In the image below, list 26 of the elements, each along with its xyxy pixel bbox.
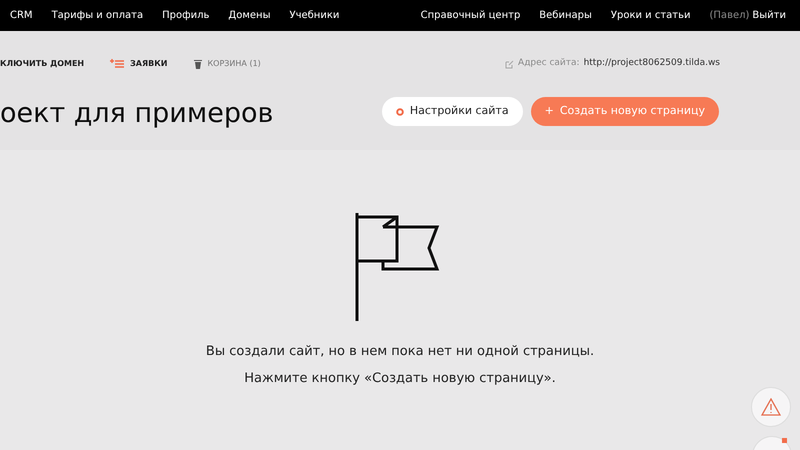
plus-icon: + (544, 103, 554, 120)
nav-link[interactable]: Профиль (162, 8, 210, 23)
nav-link[interactable]: Уроки и статьи (610, 8, 691, 23)
trash-icon (194, 59, 202, 69)
project-title: оект для примеров (0, 100, 274, 127)
empty-hint: Нажмите кнопку «Создать новую страницу». (244, 370, 556, 388)
nav-link[interactable]: Справочный центр (420, 8, 520, 23)
warning-widget[interactable] (751, 387, 791, 427)
requests-link[interactable]: ЗАЯВКИ (110, 58, 168, 70)
nav-link[interactable]: Вебинары (539, 8, 592, 23)
warning-icon (761, 398, 781, 416)
address-label: Адрес сайта: (518, 57, 580, 70)
trash-link[interactable]: КОРЗИНА (1) (194, 58, 261, 70)
nav-link[interactable]: Учебники (289, 8, 340, 23)
edit-icon (505, 60, 514, 68)
nav-link[interactable]: CRM (10, 8, 33, 23)
site-address-link[interactable]: http://project8062509.tilda.ws (584, 57, 720, 71)
site-settings-button[interactable]: Настройки сайта (382, 97, 523, 126)
connect-domain-link[interactable]: КЛЮЧИТЬ ДОМЕН (0, 58, 84, 70)
flag-icon (353, 213, 441, 321)
empty-message: Вы создали сайт, но в нем пока нет ни одной страницы. (206, 343, 594, 361)
list-add-icon (110, 59, 124, 69)
logout-link[interactable]: Выйти (752, 8, 786, 23)
nav-link[interactable]: Тарифы и оплата (52, 8, 144, 23)
user-name: (Павел) (710, 9, 750, 23)
nav-link[interactable]: Домены (228, 8, 270, 23)
